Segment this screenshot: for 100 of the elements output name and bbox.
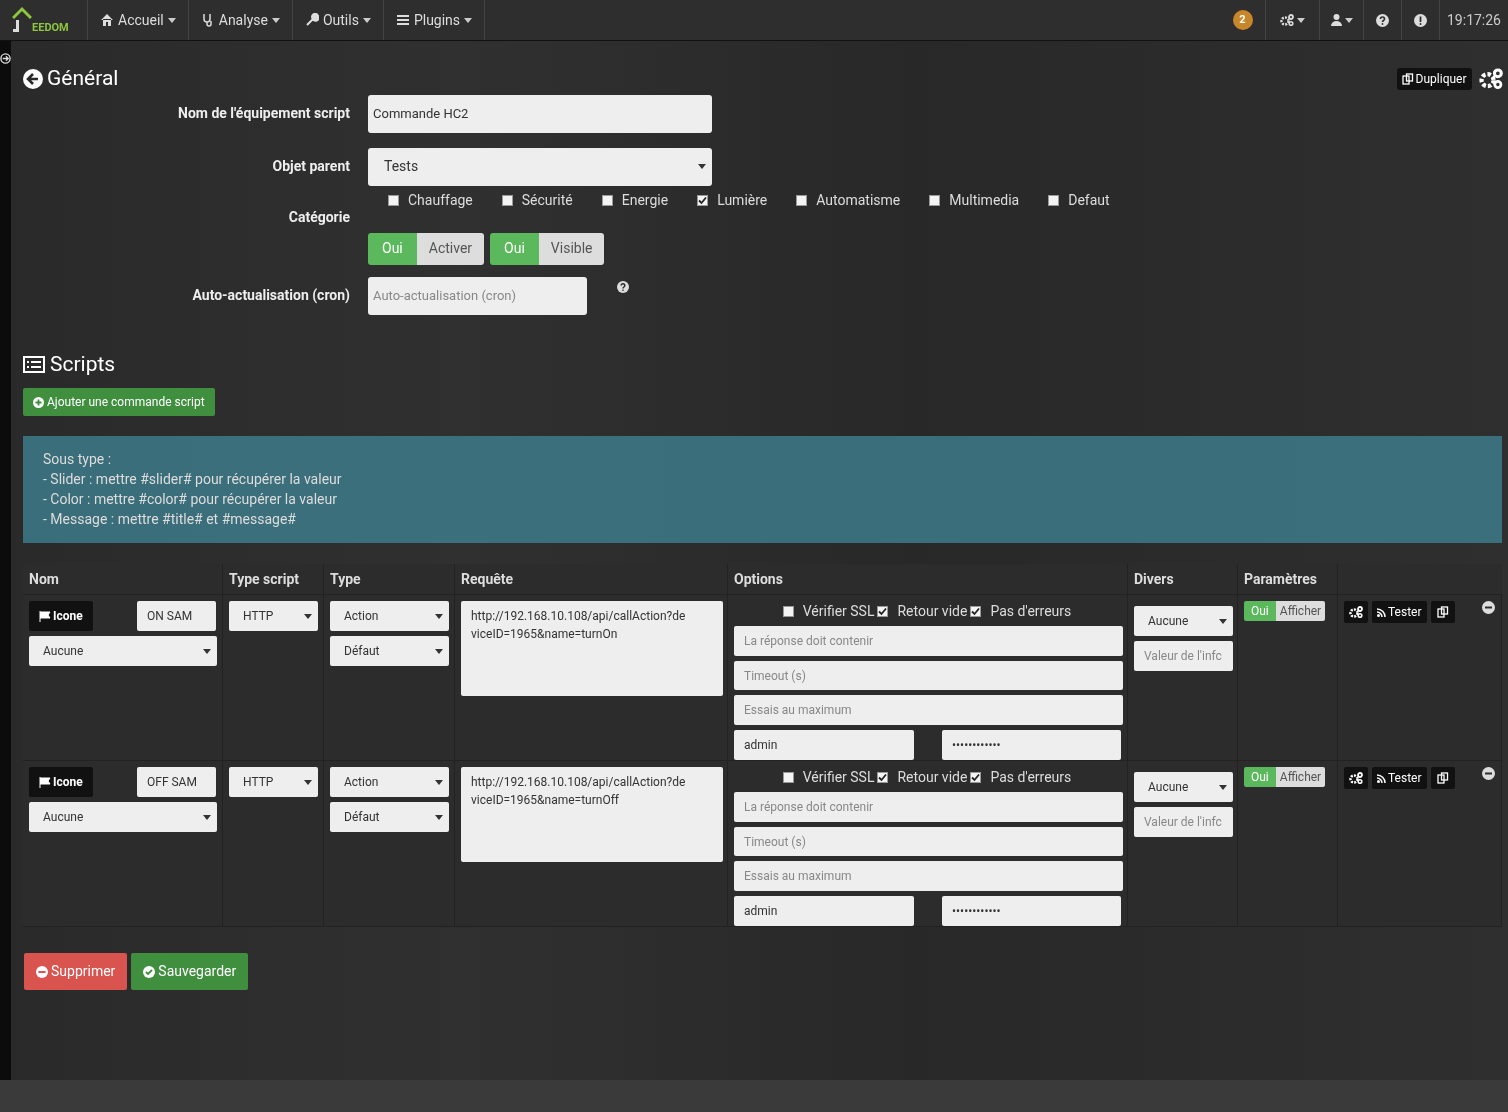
category-checkbox[interactable]: Defaut	[1048, 189, 1110, 211]
caret-icon	[1297, 17, 1305, 23]
request-textarea[interactable]: http://192.168.10.108/api/callAction?deviceID=1965&name=turnOff	[461, 767, 723, 862]
caret-icon	[435, 814, 443, 820]
name-input[interactable]: Commande HC2	[368, 94, 712, 133]
option-input[interactable]: Timeout (s)	[734, 660, 1123, 691]
caret-icon	[435, 613, 443, 619]
subtype-select[interactable]: Défaut	[330, 802, 449, 832]
username-input[interactable]: admin	[734, 730, 914, 760]
caret-icon	[203, 814, 211, 820]
gears-icon	[1280, 14, 1294, 26]
exclamation-icon	[1414, 13, 1427, 27]
duplicate-button[interactable]	[1430, 767, 1455, 789]
section-title: Scripts	[50, 350, 116, 378]
caret-icon	[362, 17, 371, 23]
menu-button[interactable]: Analyse	[188, 0, 293, 40]
caret-icon	[435, 648, 443, 654]
toggle-label: Visible	[538, 232, 605, 265]
username-input[interactable]: admin	[734, 896, 914, 926]
menu-button[interactable]: Plugins	[383, 0, 486, 40]
settings-button[interactable]	[1344, 767, 1368, 789]
category-checkbox[interactable]: Multimedia	[929, 189, 1020, 211]
info-value-input[interactable]: Valeur de l'infc	[1134, 641, 1233, 671]
script-type-select[interactable]: HTTP	[229, 767, 318, 797]
category-checkbox[interactable]: Sécurité	[501, 189, 573, 211]
arrow-circle-icon[interactable]	[0, 53, 11, 64]
value-select[interactable]: Aucune	[29, 802, 217, 832]
home-icon	[100, 13, 114, 27]
cron-input[interactable]: Auto-actualisation (cron)	[368, 276, 587, 315]
name-input[interactable]: OFF SAM	[137, 767, 216, 797]
toggle-label: Afficher	[1275, 767, 1326, 787]
option-checkbox[interactable]: Retour vide	[877, 766, 968, 788]
category-checkbox[interactable]: Lumière	[697, 189, 768, 211]
request-textarea[interactable]: http://192.168.10.108/api/callAction?deviceID=1965&name=turnOn	[461, 601, 723, 696]
category-checkbox[interactable]: Automatisme	[796, 189, 901, 211]
password-input[interactable]: ••••••••••••	[942, 730, 1121, 760]
menu-button[interactable]: Outils	[292, 0, 384, 40]
option-input[interactable]: La réponse doit contenir	[734, 792, 1123, 822]
icon-button[interactable]: Icone	[29, 601, 93, 631]
settings-button[interactable]	[1344, 601, 1368, 623]
option-checkbox[interactable]: Vérifier SSL	[782, 766, 875, 788]
clock-time: 19:17:26	[1447, 10, 1501, 30]
test-button[interactable]: Tester	[1372, 767, 1427, 789]
user-icon	[1330, 14, 1342, 26]
check-circle-icon	[143, 965, 156, 978]
section-title: Général	[47, 65, 119, 92]
info-select[interactable]: Aucune	[1134, 606, 1233, 636]
checkmark-icon	[878, 606, 888, 616]
option-input[interactable]: Essais au maximum	[734, 861, 1123, 891]
flag-icon	[39, 776, 51, 788]
duplicate-button[interactable]: Dupliquer	[1396, 67, 1472, 90]
gears-icon	[1349, 772, 1363, 784]
test-button[interactable]: Tester	[1372, 601, 1427, 623]
password-input[interactable]: ••••••••••••	[942, 896, 1121, 926]
option-checkbox[interactable]: Vérifier SSL	[782, 600, 875, 622]
menu-button[interactable]: Accueil	[88, 0, 189, 40]
info-text: - Color : mettre #color# pour récupérer la valeur	[43, 490, 338, 509]
icon-button[interactable]: Icone	[29, 767, 93, 797]
add-command-button[interactable]: Ajouter une commande script	[23, 388, 215, 416]
field-label: Objet parent	[272, 158, 350, 174]
caret-icon	[304, 779, 312, 785]
subtype-select[interactable]: Défaut	[330, 636, 449, 666]
save-button[interactable]: Sauvegarder	[131, 953, 249, 990]
info-text: Sous type :	[43, 450, 113, 469]
flag-icon	[39, 610, 51, 622]
info-value-input[interactable]: Valeur de l'infc	[1134, 807, 1233, 837]
gears-icon	[1349, 606, 1363, 618]
type-select[interactable]: Action	[330, 767, 449, 797]
configure-button[interactable]	[1478, 68, 1503, 90]
caret-icon	[435, 779, 443, 785]
option-input[interactable]: Timeout (s)	[734, 826, 1123, 857]
option-checkbox[interactable]: Retour vide	[877, 600, 968, 622]
type-select[interactable]: Action	[330, 601, 449, 631]
caret-icon	[698, 164, 706, 169]
name-input[interactable]: ON SAM	[137, 601, 216, 631]
house-logo-icon	[12, 6, 32, 34]
gears-icon	[1478, 68, 1503, 90]
duplicate-button[interactable]	[1430, 601, 1455, 623]
column-header: Divers	[1134, 569, 1174, 589]
option-checkbox[interactable]: Pas d'erreurs	[970, 600, 1072, 622]
option-input[interactable]: Essais au maximum	[734, 695, 1123, 725]
toggle-label: Activer	[416, 232, 485, 265]
remove-icon[interactable]	[1481, 767, 1495, 780]
category-checkbox[interactable]: Chauffage	[388, 189, 473, 211]
info-select[interactable]: Aucune	[1134, 772, 1233, 802]
script-type-select[interactable]: HTTP	[229, 601, 318, 631]
category-checkbox[interactable]: Energie	[601, 189, 669, 211]
rss-icon	[1377, 773, 1386, 783]
toggle-label: Afficher	[1275, 601, 1326, 621]
caret-icon	[271, 17, 280, 23]
help-icon[interactable]	[617, 280, 629, 293]
option-checkbox[interactable]: Pas d'erreurs	[970, 766, 1072, 788]
parent-select[interactable]: Tests	[368, 147, 712, 186]
column-header: Nom	[29, 569, 59, 589]
remove-icon[interactable]	[1481, 601, 1495, 614]
delete-button[interactable]: Supprimer	[24, 953, 128, 990]
info-text: - Slider : mettre #slider# pour récupérer la valeur	[43, 470, 343, 489]
value-select[interactable]: Aucune	[29, 636, 217, 666]
option-input[interactable]: La réponse doit contenir	[734, 626, 1123, 656]
caret-icon	[1344, 17, 1353, 23]
